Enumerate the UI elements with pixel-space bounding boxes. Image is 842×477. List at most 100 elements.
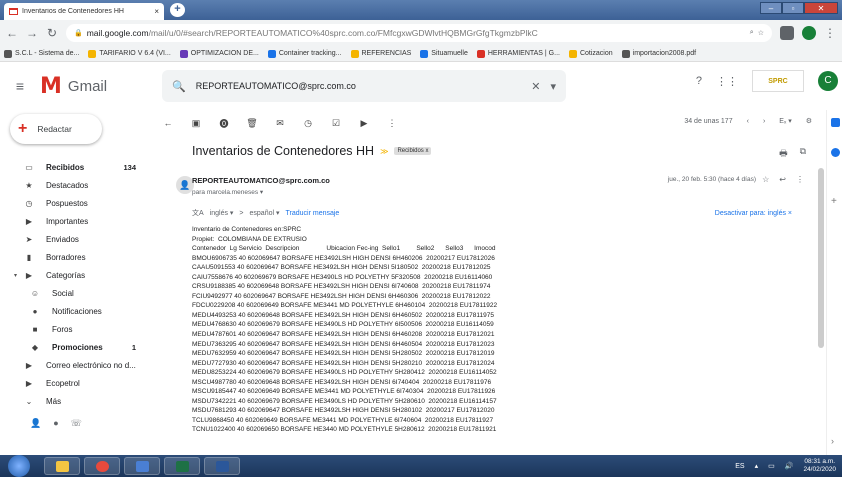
bookmark-item[interactable]: HERRAMIENTAS | G... bbox=[476, 49, 560, 58]
sidebar-item[interactable]: ◆ Promociones 1 bbox=[0, 338, 162, 356]
search-icon[interactable]: 🔍 bbox=[172, 80, 186, 93]
sidebar-item[interactable]: ▶ Importantes bbox=[0, 212, 162, 230]
menu-kebab-icon[interactable]: ⋮ bbox=[824, 26, 836, 40]
print-icon[interactable]: 🖶 bbox=[779, 146, 788, 162]
newer-icon[interactable]: ‹ bbox=[747, 118, 749, 125]
translate-message-link[interactable]: Traducir mensaje bbox=[286, 210, 340, 217]
add-to-tasks-icon[interactable]: ☑ bbox=[330, 118, 342, 129]
sidebar-item[interactable]: ➤ Enviados bbox=[0, 230, 162, 248]
extension-icon[interactable] bbox=[780, 26, 794, 40]
bookmark-item[interactable]: S.C.L - Sistema de... bbox=[4, 49, 79, 58]
back-icon[interactable]: ← bbox=[6, 26, 18, 40]
recipient-line[interactable]: para marcela.meneses ▾ bbox=[192, 188, 263, 196]
reply-icon[interactable]: ↩ bbox=[779, 175, 786, 184]
gmail-logo[interactable]: M Gmail bbox=[40, 74, 162, 99]
tasks-icon[interactable] bbox=[831, 148, 840, 157]
message-scrollbar[interactable] bbox=[818, 168, 824, 348]
phone-icon[interactable]: ☏ bbox=[71, 418, 82, 429]
source-language-select[interactable]: inglés ▾ bbox=[210, 209, 234, 217]
calendar-icon[interactable] bbox=[831, 118, 840, 127]
report-spam-icon[interactable]: ⓿ bbox=[218, 117, 230, 130]
search-input[interactable]: REPORTEAUTOMATICO@sprc.com.co bbox=[196, 81, 522, 91]
clock[interactable]: 08:31 a.m. 24/02/2020 bbox=[803, 458, 836, 474]
sender-address[interactable]: REPORTEAUTOMATICO@sprc.com.co bbox=[192, 176, 330, 185]
back-to-list-icon[interactable]: ← bbox=[162, 118, 174, 128]
target-language-select[interactable]: español ▾ bbox=[250, 209, 280, 217]
more-actions-icon[interactable]: ⋮ bbox=[796, 175, 804, 184]
sidebar-item-label: Más bbox=[46, 396, 62, 406]
label-icon: ▶ bbox=[25, 378, 33, 388]
sidebar-item[interactable]: ■ Foros bbox=[0, 320, 162, 338]
mark-unread-icon[interactable]: ✉ bbox=[274, 118, 286, 129]
tab-close-icon[interactable]: × bbox=[154, 7, 159, 16]
sidebar-item[interactable]: ▾ ▶ Categorías bbox=[0, 266, 162, 284]
older-icon[interactable]: › bbox=[763, 118, 765, 125]
start-button[interactable] bbox=[8, 455, 30, 477]
add-addon-icon[interactable]: + bbox=[831, 196, 840, 207]
taskbar-explorer[interactable] bbox=[44, 457, 80, 475]
open-new-window-icon[interactable]: ⧉ bbox=[800, 146, 806, 162]
search-box[interactable]: 🔍 REPORTEAUTOMATICO@sprc.com.co ✕ ▾ bbox=[162, 70, 566, 102]
compose-button[interactable]: + Redactar bbox=[10, 114, 102, 144]
expand-caret-icon[interactable]: ▾ bbox=[14, 272, 17, 279]
move-to-icon[interactable]: ▶ bbox=[358, 118, 370, 129]
bookmark-item[interactable]: Situamuelle bbox=[420, 49, 468, 58]
maximize-button[interactable]: ▫ bbox=[782, 2, 804, 14]
expand-panel-icon[interactable]: › bbox=[831, 436, 840, 446]
input-tools-icon[interactable]: Eₓ ▾ bbox=[779, 117, 791, 125]
help-icon[interactable]: ? bbox=[696, 75, 702, 87]
bookmark-item[interactable]: REFERENCIAS bbox=[350, 49, 411, 58]
volume-icon[interactable]: 🔊 bbox=[785, 462, 794, 470]
settings-gear-icon[interactable]: ⚙ bbox=[806, 117, 812, 125]
sidebar-item[interactable]: ☺ Social bbox=[0, 284, 162, 302]
sidebar-item[interactable]: ★ Destacados bbox=[0, 176, 162, 194]
inbox-label-chip[interactable]: Recibidos x bbox=[394, 147, 432, 155]
main-menu-icon[interactable]: ≡ bbox=[0, 78, 40, 94]
apps-grid-icon[interactable]: ⋮⋮ bbox=[716, 75, 738, 88]
taskbar-app[interactable] bbox=[124, 457, 160, 475]
delete-icon[interactable]: 🗑 bbox=[246, 118, 258, 129]
bookmark-star-icon[interactable]: ☆ bbox=[758, 29, 764, 37]
minimize-button[interactable]: – bbox=[760, 2, 782, 14]
reload-icon[interactable]: ↻ bbox=[46, 26, 58, 40]
snooze-icon[interactable]: ◷ bbox=[302, 118, 314, 129]
sidebar-item[interactable]: ▶ Correo electrónico no d... bbox=[0, 356, 162, 374]
browser-tab[interactable]: Inventarios de Contenedores HH × bbox=[4, 3, 164, 20]
bookmark-item[interactable]: TARIFARIO V 6.4 (VI... bbox=[88, 49, 171, 58]
sidebar-item[interactable]: ▭ Recibidos 134 bbox=[0, 158, 162, 176]
account-avatar[interactable]: C bbox=[818, 71, 838, 91]
importance-marker-icon[interactable]: ≫ bbox=[380, 147, 388, 156]
zoom-icon[interactable]: ⌕ bbox=[750, 29, 754, 37]
star-icon[interactable]: ☆ bbox=[762, 175, 769, 184]
network-icon[interactable]: ▭ bbox=[768, 462, 775, 470]
bookmark-item[interactable]: Cotizacion bbox=[568, 49, 613, 58]
hangouts-person-icon[interactable]: 👤 bbox=[30, 418, 41, 429]
close-window-button[interactable]: ✕ bbox=[804, 2, 838, 14]
bookmark-item[interactable]: OPTIMIZACION DE... bbox=[179, 49, 259, 58]
taskbar-excel[interactable] bbox=[164, 457, 200, 475]
language-indicator[interactable]: ES bbox=[735, 463, 744, 470]
taskbar-word[interactable] bbox=[204, 457, 240, 475]
taskbar-chrome[interactable] bbox=[84, 457, 120, 475]
archive-icon[interactable]: ▣ bbox=[190, 118, 202, 129]
deactivate-translation-link[interactable]: Desactivar para: inglés × bbox=[715, 210, 792, 217]
clear-search-icon[interactable]: ✕ bbox=[531, 80, 540, 93]
sidebar-item[interactable]: ⌄ Más bbox=[0, 392, 162, 410]
sidebar-item[interactable]: ● Notificaciones bbox=[0, 302, 162, 320]
bookmark-item[interactable]: importacion2008.pdf bbox=[621, 49, 696, 58]
organization-logo[interactable]: SPRC bbox=[752, 70, 804, 92]
new-tab-button[interactable]: + bbox=[170, 3, 185, 17]
search-options-icon[interactable]: ▾ bbox=[550, 80, 556, 93]
address-bar[interactable]: 🔒 mail.google.com/mail/u/0/#search/REPOR… bbox=[66, 24, 772, 42]
sidebar-item[interactable]: ◷ Pospuestos bbox=[0, 194, 162, 212]
forward-icon[interactable]: → bbox=[26, 26, 38, 40]
email-body-line: FCIU9492977 40 602069647 BORSAFE HE3492L… bbox=[192, 292, 491, 300]
more-options-icon[interactable]: ⋮ bbox=[386, 118, 398, 129]
hangouts-chat-icon[interactable]: ● bbox=[53, 418, 58, 429]
sidebar-item[interactable]: ▮ Borradores bbox=[0, 248, 162, 266]
sidebar-item[interactable]: ▶ Ecopetrol bbox=[0, 374, 162, 392]
tray-arrow-icon[interactable]: ▴ bbox=[755, 462, 759, 470]
bookmark-item[interactable]: Container tracking... bbox=[267, 49, 342, 58]
email-body-line: TCNU1022400 40 602069650 BORSAFE HE3440 … bbox=[192, 426, 497, 434]
profile-icon[interactable] bbox=[802, 26, 816, 40]
